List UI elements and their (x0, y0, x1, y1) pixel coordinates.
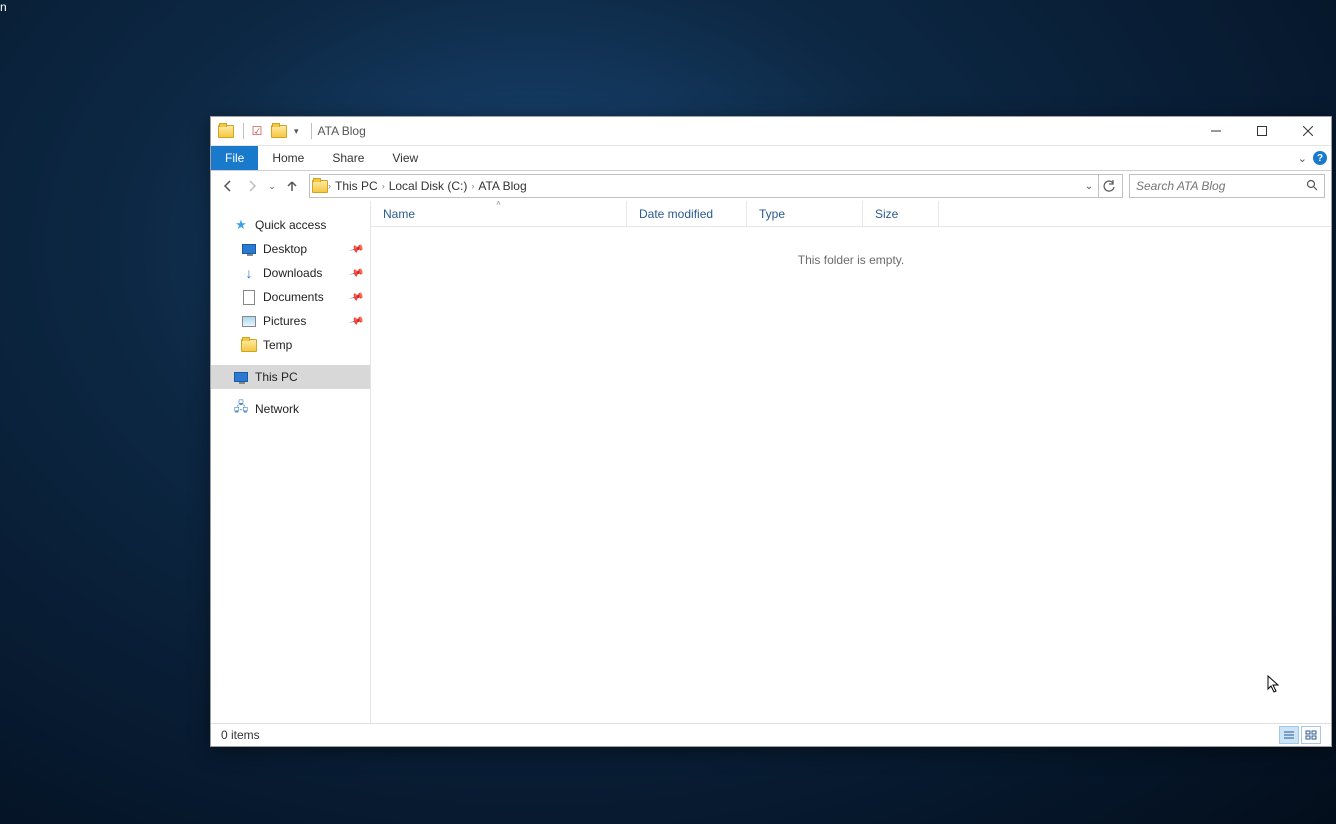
column-date-modified[interactable]: Date modified (627, 201, 747, 226)
tab-home[interactable]: Home (258, 146, 318, 170)
quick-access-toolbar: ☑ ▾ (211, 117, 305, 145)
window-title: ATA Blog (318, 124, 366, 138)
item-count: 0 items (221, 728, 260, 742)
file-explorer-window: ☑ ▾ ATA Blog File Home Share View ⌄ ? (210, 116, 1332, 747)
folder-icon (217, 122, 235, 140)
column-type[interactable]: Type (747, 201, 863, 226)
forward-arrow-icon (245, 179, 259, 193)
large-icons-view-button[interactable] (1301, 726, 1321, 744)
nav-quick-access[interactable]: ★ Quick access (211, 213, 370, 237)
empty-folder-message: This folder is empty. (371, 253, 1331, 267)
nav-documents[interactable]: Documents 📌 (211, 285, 370, 309)
documents-icon (241, 289, 257, 305)
nav-network[interactable]: 🖧 Network (211, 397, 370, 421)
search-input[interactable] (1136, 179, 1306, 193)
minimize-button[interactable] (1193, 117, 1239, 145)
address-dropdown-icon[interactable]: ⌄ (1080, 181, 1098, 192)
navigation-bar: ⌄ › This PC › Local Disk (C:) › ATA Blog… (211, 171, 1331, 201)
new-folder-icon[interactable] (270, 122, 288, 140)
tab-view[interactable]: View (378, 146, 432, 170)
navigation-pane: ★ Quick access Desktop 📌 ↓ Downloads 📌 D… (211, 201, 371, 723)
column-size[interactable]: Size (863, 201, 939, 226)
column-name[interactable]: Name ˄ (371, 201, 627, 226)
tab-share[interactable]: Share (318, 146, 378, 170)
quick-access-icon: ★ (233, 217, 249, 233)
help-icon[interactable]: ? (1313, 151, 1327, 165)
up-button[interactable] (281, 175, 303, 197)
pin-icon: 📌 (348, 313, 364, 329)
column-headers: Name ˄ Date modified Type Size (371, 201, 1331, 227)
this-pc-icon (233, 369, 249, 385)
nav-pictures[interactable]: Pictures 📌 (211, 309, 370, 333)
maximize-icon (1257, 126, 1267, 136)
folder-icon (241, 337, 257, 353)
nav-label: Pictures (263, 314, 306, 328)
close-icon (1303, 126, 1313, 136)
nav-label: Quick access (255, 218, 326, 232)
breadcrumb: This PC › Local Disk (C:) › ATA Blog (331, 179, 527, 193)
nav-downloads[interactable]: ↓ Downloads 📌 (211, 261, 370, 285)
tab-file[interactable]: File (211, 146, 258, 170)
forward-button[interactable] (241, 175, 263, 197)
status-bar: 0 items (211, 723, 1331, 746)
desktop-icon (241, 241, 257, 257)
search-box[interactable] (1129, 174, 1325, 198)
ribbon-tabs: File Home Share View ⌄ ? (211, 146, 1331, 171)
maximize-button[interactable] (1239, 117, 1285, 145)
column-label: Name (383, 207, 415, 221)
large-icons-icon (1305, 730, 1317, 740)
pictures-icon (241, 313, 257, 329)
desktop-text-fragment: n (0, 0, 7, 14)
nav-label: Documents (263, 290, 324, 304)
chevron-right-icon[interactable]: › (471, 181, 474, 191)
chevron-right-icon[interactable]: › (382, 181, 385, 191)
pin-icon: 📌 (348, 265, 364, 281)
folder-icon (312, 178, 328, 194)
content-pane: Name ˄ Date modified Type Size This fold… (371, 201, 1331, 723)
nav-label: Network (255, 402, 299, 416)
up-arrow-icon (285, 179, 299, 193)
breadcrumb-this-pc[interactable]: This PC (335, 179, 378, 193)
nav-label: Downloads (263, 266, 322, 280)
breadcrumb-local-disk[interactable]: Local Disk (C:) (389, 179, 468, 193)
downloads-icon: ↓ (241, 265, 257, 281)
view-toggle (1279, 726, 1321, 744)
column-label: Date modified (639, 207, 713, 221)
back-arrow-icon (221, 179, 235, 193)
ribbon-expand-icon[interactable]: ⌄ (1298, 152, 1307, 165)
breadcrumb-ata-blog[interactable]: ATA Blog (478, 179, 526, 193)
pin-icon: 📌 (348, 289, 364, 305)
details-view-icon (1283, 730, 1295, 740)
column-label: Type (759, 207, 785, 221)
refresh-icon (1103, 180, 1116, 193)
nav-label: Temp (263, 338, 292, 352)
back-button[interactable] (217, 175, 239, 197)
nav-label: This PC (255, 370, 298, 384)
nav-this-pc[interactable]: This PC (211, 365, 370, 389)
explorer-body: ★ Quick access Desktop 📌 ↓ Downloads 📌 D… (211, 201, 1331, 723)
properties-icon[interactable]: ☑ (248, 122, 266, 140)
separator (311, 123, 312, 139)
nav-desktop[interactable]: Desktop 📌 (211, 237, 370, 261)
window-controls (1193, 117, 1331, 145)
recent-locations-button[interactable]: ⌄ (265, 175, 279, 197)
network-icon: 🖧 (233, 401, 249, 417)
close-button[interactable] (1285, 117, 1331, 145)
sort-ascending-icon: ˄ (496, 201, 501, 208)
address-bar[interactable]: › This PC › Local Disk (C:) › ATA Blog ⌄ (309, 174, 1123, 198)
titlebar: ☑ ▾ ATA Blog (211, 117, 1331, 146)
nav-label: Desktop (263, 242, 307, 256)
qat-dropdown-icon[interactable]: ▾ (294, 126, 299, 137)
details-view-button[interactable] (1279, 726, 1299, 744)
separator (243, 123, 244, 139)
refresh-button[interactable] (1098, 175, 1120, 197)
pin-icon: 📌 (348, 241, 364, 257)
column-label: Size (875, 207, 898, 221)
nav-temp[interactable]: Temp (211, 333, 370, 357)
minimize-icon (1211, 126, 1221, 136)
search-icon[interactable] (1306, 179, 1318, 194)
